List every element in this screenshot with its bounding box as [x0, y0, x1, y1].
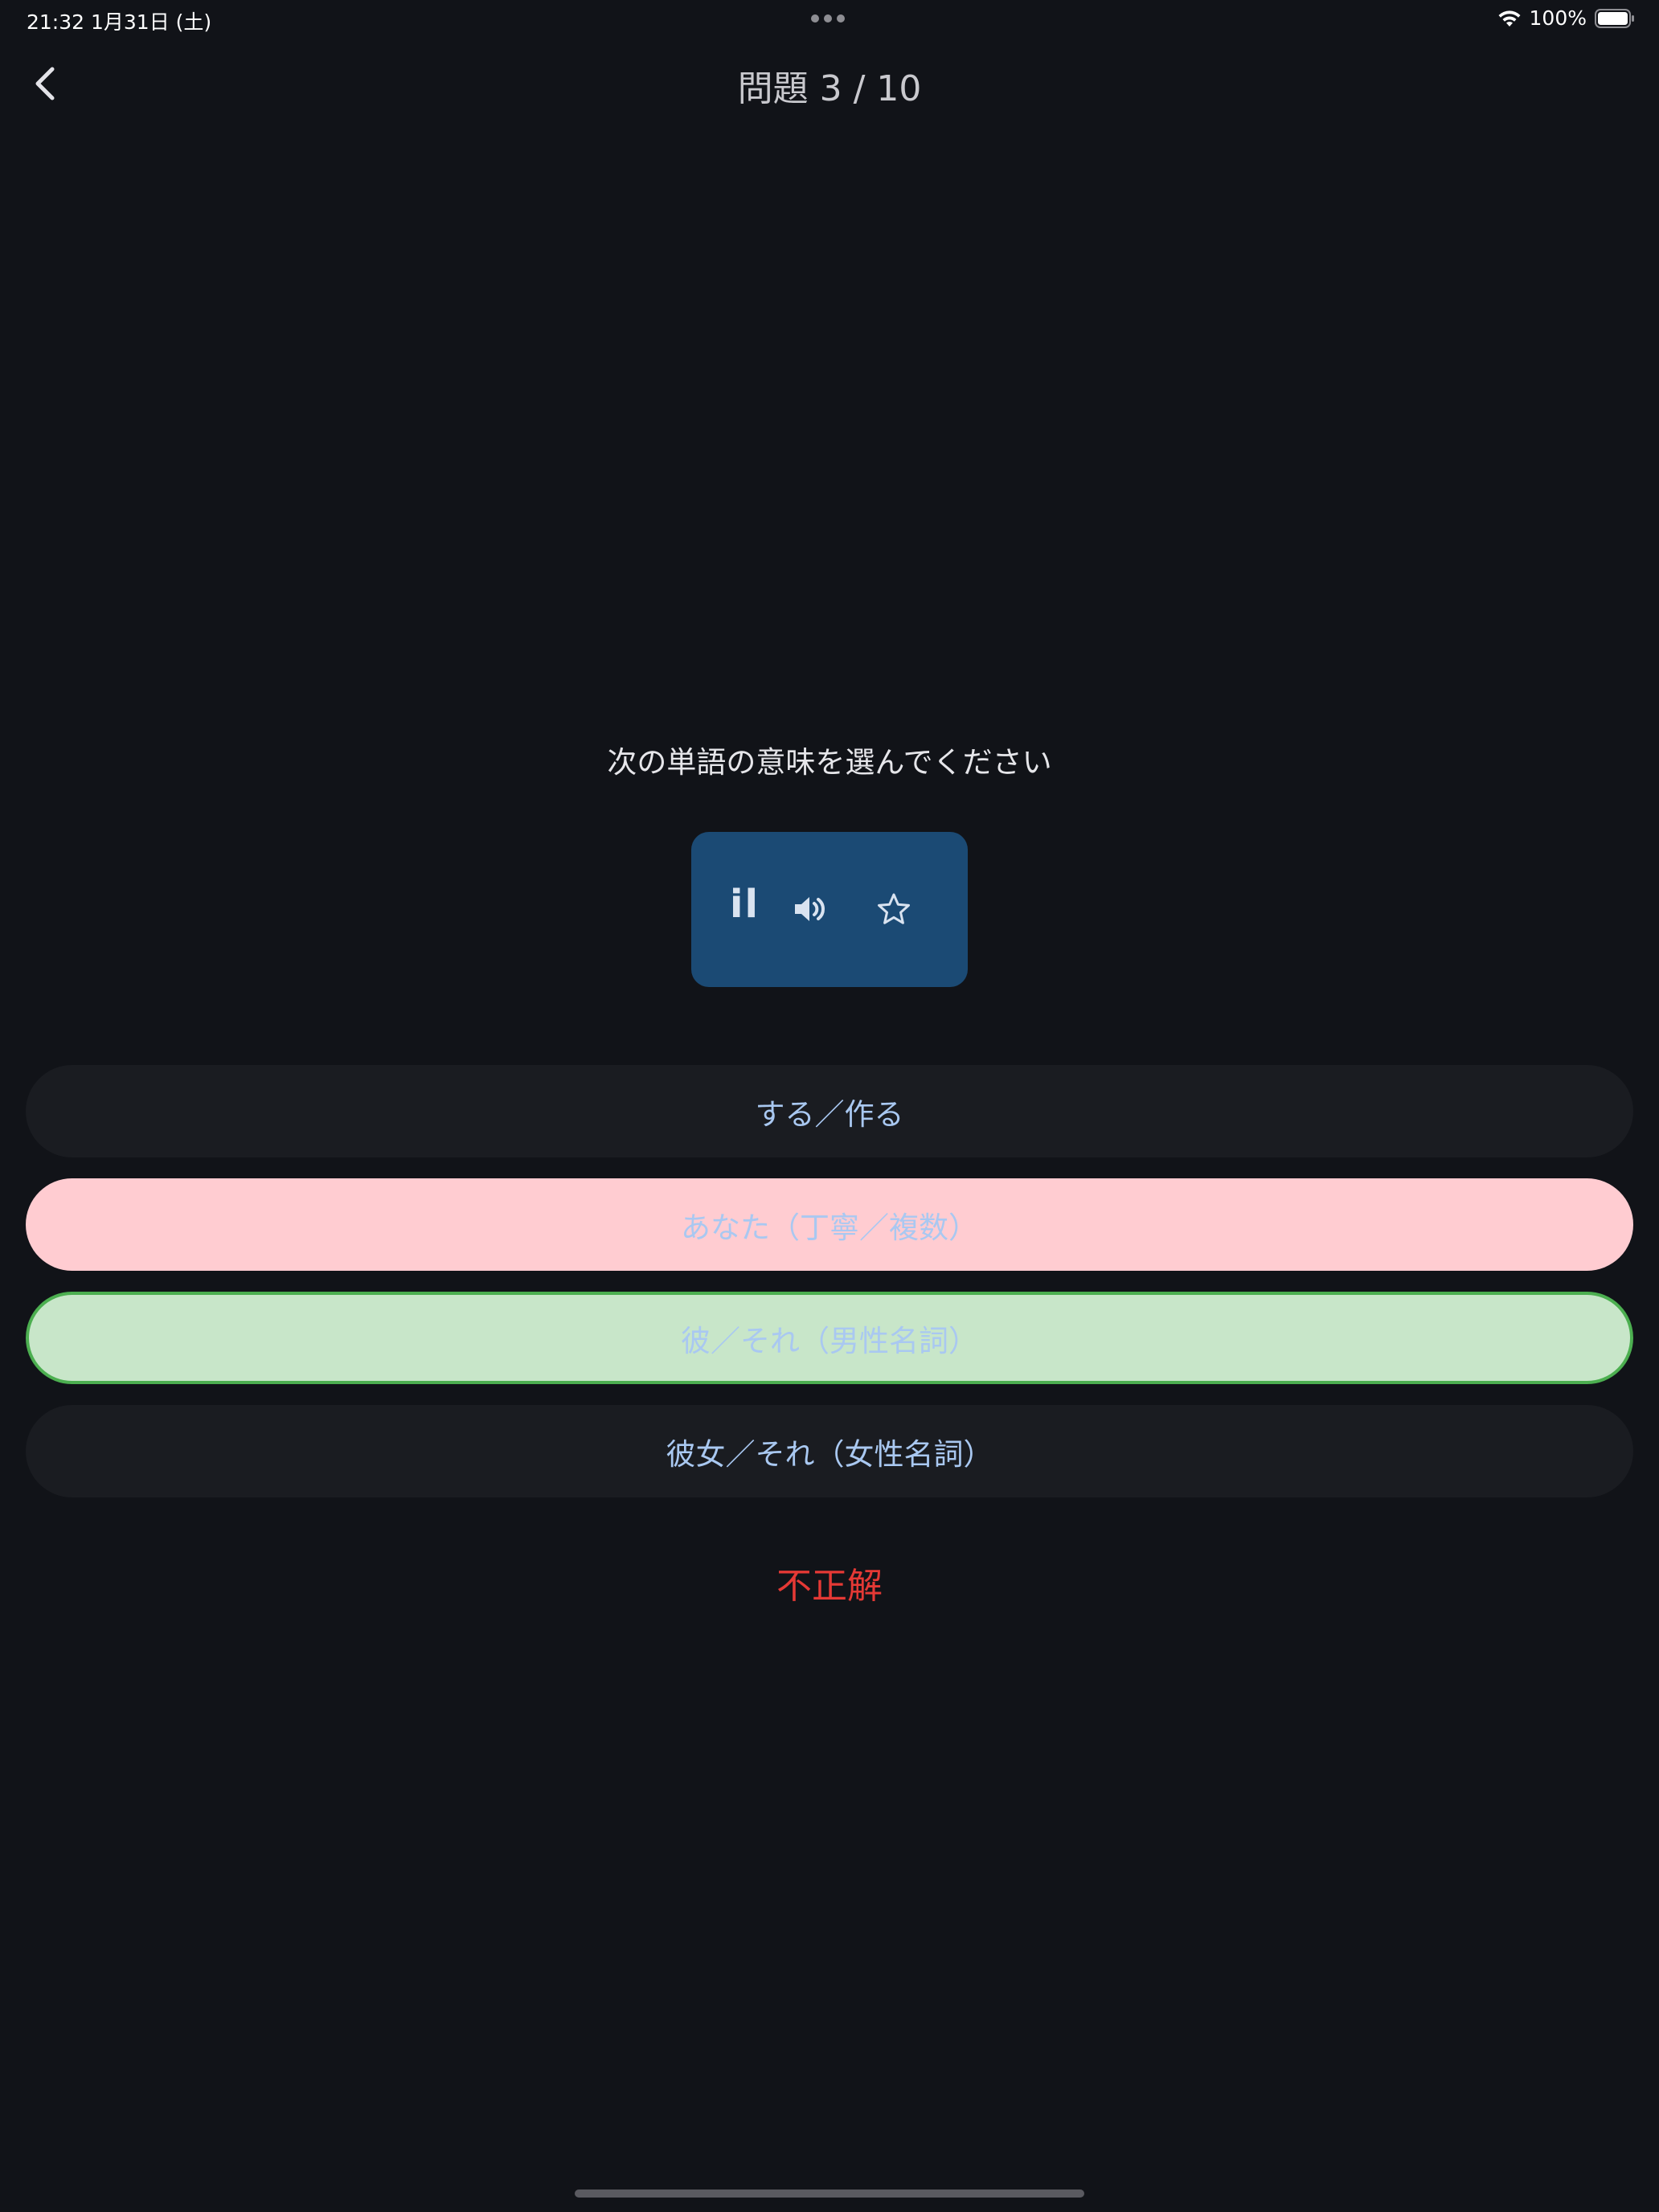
play-audio-button[interactable] [786, 885, 834, 933]
favorite-button[interactable] [870, 885, 918, 933]
quiz-word: il [730, 882, 760, 927]
word-card: il [691, 832, 968, 987]
battery-percent: 100% [1529, 6, 1587, 30]
result-feedback: 不正解 [776, 1566, 883, 1607]
status-time-date: 21:32 1月31日 (土) [27, 10, 212, 34]
page-title: 問題 3 / 10 [737, 68, 922, 109]
answer-option-2[interactable]: あなた（丁寧／複数） [26, 1178, 1633, 1271]
speaker-icon [795, 897, 825, 921]
answer-option-3[interactable]: 彼／それ（男性名詞） [26, 1292, 1633, 1384]
multitasking-dots-icon[interactable] [811, 14, 845, 23]
wifi-icon [1497, 9, 1522, 28]
star-outline-icon [878, 893, 910, 924]
answer-option-1[interactable]: する／作る [26, 1065, 1633, 1157]
battery-icon [1595, 8, 1635, 28]
answer-option-4[interactable]: 彼女／それ（女性名詞） [26, 1405, 1633, 1497]
question-prompt: 次の単語の意味を選んでください [607, 745, 1052, 780]
status-right: 100% [1497, 6, 1635, 30]
status-bar: 21:32 1月31日 (土) 100% [0, 0, 1659, 39]
home-indicator[interactable] [575, 2189, 1084, 2198]
